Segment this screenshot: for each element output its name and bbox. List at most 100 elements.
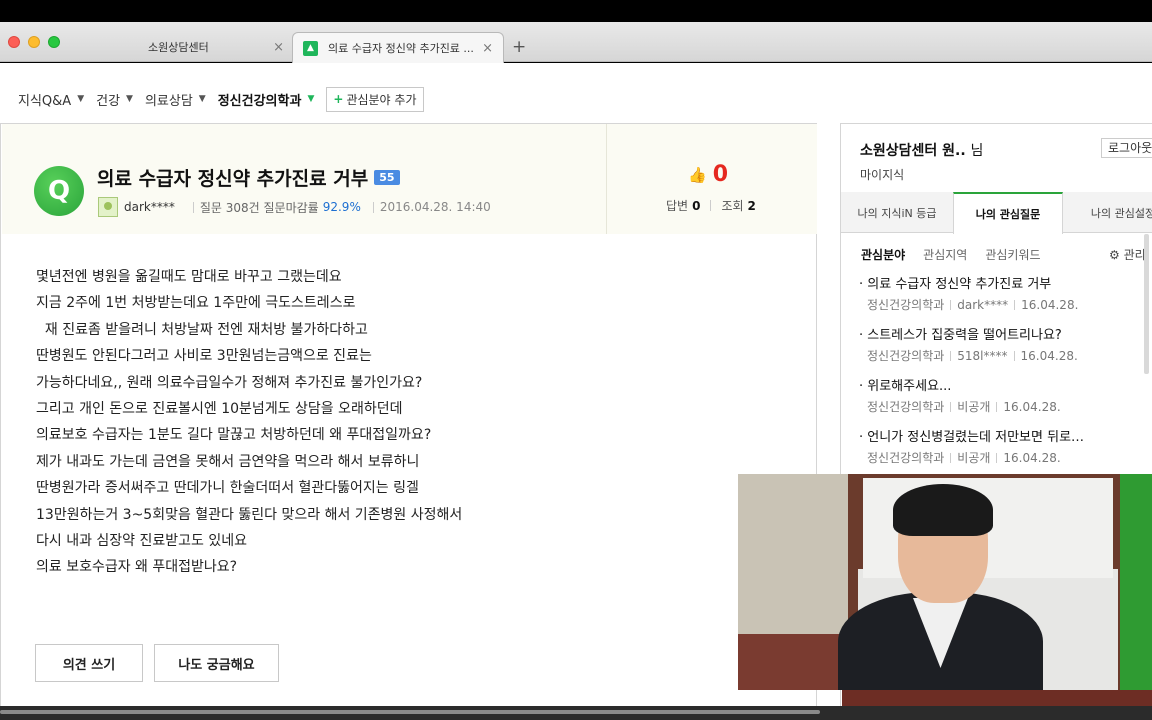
answers-count: 0 [692,198,701,213]
sidebar-tabs: 나의 지식iN 등급 나의 관심질문 나의 관심설정 [841,192,1152,234]
list-item-category: 정신건강의학과 [867,349,945,363]
me-too-curious-button[interactable]: 나도 궁금해요 [154,644,279,682]
user-name-text: 소원상담센터 원.. [860,143,966,159]
list-item-title[interactable]: · 의료 수급자 정신약 추가진료 거부 [859,273,1141,292]
tab-my-interest-questions[interactable]: 나의 관심질문 [953,192,1063,234]
breadcrumb: 지식Q&A ▼ 건강 ▼ 의료상담 ▼ 정신건강의학과 ▼ + 관심분야 추가 [18,86,424,112]
list-item[interactable]: · 언니가 정신병걸렸는데 저만보면 뒤로… 정신건강의학과 비공개 16.04… [859,426,1141,477]
list-item-meta: 정신건강의학과 비공개 16.04.28. [859,398,1141,415]
divider [950,452,952,463]
list-item[interactable]: · 위로해주세요... 정신건강의학과 비공개 16.04.28. [859,375,1141,426]
interest-subtabs: 관심분야 관심지역 관심키워드 [861,246,1059,263]
divider [996,452,998,463]
body-line: 딴병원가라 증서써주고 딴데가니 한술더떠서 혈관다뚫어지는 링겔 [36,480,419,497]
add-interest-label: 관심분야 추가 [346,92,417,107]
list-item-title[interactable]: · 위로해주세요... [859,375,1141,394]
body-line: 몇년전엔 병원을 옮길때도 맘대로 바꾸고 그랬는데요 [36,269,342,285]
list-item-author: 518l**** [957,348,1008,363]
question-meta: dark**** 질문 308건 질문마감률 92.9% 2016.04.28.… [98,197,491,217]
breadcrumb-label: 건강 [96,93,121,109]
plus-icon: + [333,92,344,106]
horizontal-scrollbar[interactable] [0,710,820,714]
list-item-date: 16.04.28. [1020,348,1078,363]
views-count: 2 [747,198,756,213]
naver-favicon-icon: ▲ [303,40,318,56]
breadcrumb-item-knowledge-qa[interactable]: 지식Q&A ▼ [18,90,84,109]
webcam-overlay [738,474,1152,690]
divider [950,299,952,310]
sidebar-scrollbar[interactable] [1144,234,1149,374]
screen-top-bar [0,0,1152,22]
chevron-down-icon: ▼ [126,94,133,104]
breadcrumb-label: 의료상담 [144,93,193,109]
question-count-text: 질문 308건 질문마감률 [199,200,319,215]
question-title: 의료 수급자 정신약 추가진료 거부 55 [97,164,400,191]
level-badge: 55 [374,170,400,185]
logout-button[interactable]: 로그아웃 [1101,138,1152,158]
close-rate: 92.9% [322,200,361,214]
question-panel: Q 의료 수급자 정신약 추가진료 거부 55 dark**** 질문 308건… [0,123,817,713]
maximize-window-button[interactable] [48,36,60,48]
chevron-down-icon: ▼ [77,94,85,104]
breadcrumb-item-psychiatry[interactable]: 정신건강의학과 ▼ [218,90,315,109]
browser-tab-counseling[interactable]: 소원상담센터 × [130,32,290,62]
list-item-author: 비공개 [957,451,991,465]
list-item-title[interactable]: · 언니가 정신병걸렸는데 저만보면 뒤로… [859,426,1141,445]
author-name[interactable]: dark**** [124,200,175,214]
honorific: 님 [970,143,984,159]
list-item-meta: 정신건강의학과 비공개 16.04.28. [859,449,1141,466]
divider [950,350,952,361]
like-button[interactable]: 👍 0 [688,162,728,187]
list-item-title[interactable]: · 스트레스가 집중력을 떨어트리나요? [859,324,1141,343]
body-line: 가능하다네요,, 원래 의료수급일수가 정해져 추가진료 불가인가요? [36,374,423,391]
list-item-meta: 정신건강의학과 518l**** 16.04.28. [859,347,1141,364]
tab-my-interest-settings[interactable]: 나의 관심설정 [1073,192,1152,233]
list-item-category: 정신건강의학과 [867,451,945,465]
user-name[interactable]: 소원상담센터 원.. 님 [860,140,983,160]
close-window-button[interactable] [8,36,20,48]
divider [372,201,374,213]
breadcrumb-item-health[interactable]: 건강 ▼ [96,90,133,109]
tab-my-grade[interactable]: 나의 지식iN 등급 [841,192,953,233]
person-hair [893,484,993,536]
my-knowledge-link[interactable]: 마이지식 [860,166,904,183]
manage-button[interactable]: ⚙ 관리 [1109,246,1146,263]
list-item[interactable]: · 의료 수급자 정신약 추가진료 거부 정신건강의학과 dark**** 16… [859,273,1141,324]
new-tab-button[interactable]: + [512,37,526,57]
divider [1014,299,1016,310]
minimize-window-button[interactable] [28,36,40,48]
webcam-background-wall [738,474,848,634]
subtab-interest-keyword[interactable]: 관심키워드 [985,246,1040,263]
answer-view-stats: 답변 0 조회 2 [666,197,756,214]
body-line: 의료보호 수급자는 1분도 길다 말끊고 처방하던데 왜 푸대접일까요? [36,427,432,444]
body-line: 다시 내과 심장약 진료받고도 있네요 [36,533,247,550]
avatar[interactable] [98,197,118,217]
answers-label: 답변 [666,199,689,213]
breadcrumb-item-medical[interactable]: 의료상담 ▼ [145,90,206,109]
list-item-title-text: 스트레스가 집중력을 떨어트리나요? [867,328,1062,343]
manage-label: 관리 [1123,248,1146,262]
body-line: 지금 2주에 1번 처방받는데요 1주만에 극도스트레스로 [36,295,356,312]
divider [996,401,998,412]
write-opinion-button[interactable]: 의견 쓰기 [35,644,143,682]
browser-tab-question[interactable]: ▲ 의료 수급자 정신약 추가진료 ... × [292,32,504,63]
divider [1013,350,1015,361]
close-icon[interactable]: × [273,40,284,55]
list-item-date: 16.04.28. [1003,399,1061,414]
body-line: 그리고 개인 돈으로 진료볼시엔 10분넘게도 상담을 오래하던데 [36,401,403,418]
body-line: 제가 내과도 가는데 금연을 못해서 금연약을 먹으라 해서 보류하니 [36,453,420,470]
webcam-background-cabinet [738,634,848,690]
body-line: 의료 보호수급자 왜 푸대접받나요? [36,559,238,576]
views-label: 조회 [721,199,744,213]
list-item[interactable]: · 스트레스가 집중력을 떨어트리나요? 정신건강의학과 518l**** 16… [859,324,1141,375]
divider [192,201,194,213]
like-count: 0 [712,162,728,187]
add-interest-button[interactable]: + 관심분야 추가 [326,86,424,112]
list-item-meta: 정신건강의학과 dark**** 16.04.28. [859,296,1141,313]
webcam-poster [1120,474,1152,690]
tab-label: 소원상담센터 [148,41,209,54]
subtab-interest-field[interactable]: 관심분야 [861,246,905,263]
divider [950,401,952,412]
subtab-interest-region[interactable]: 관심지역 [923,246,967,263]
close-icon[interactable]: × [482,41,493,56]
